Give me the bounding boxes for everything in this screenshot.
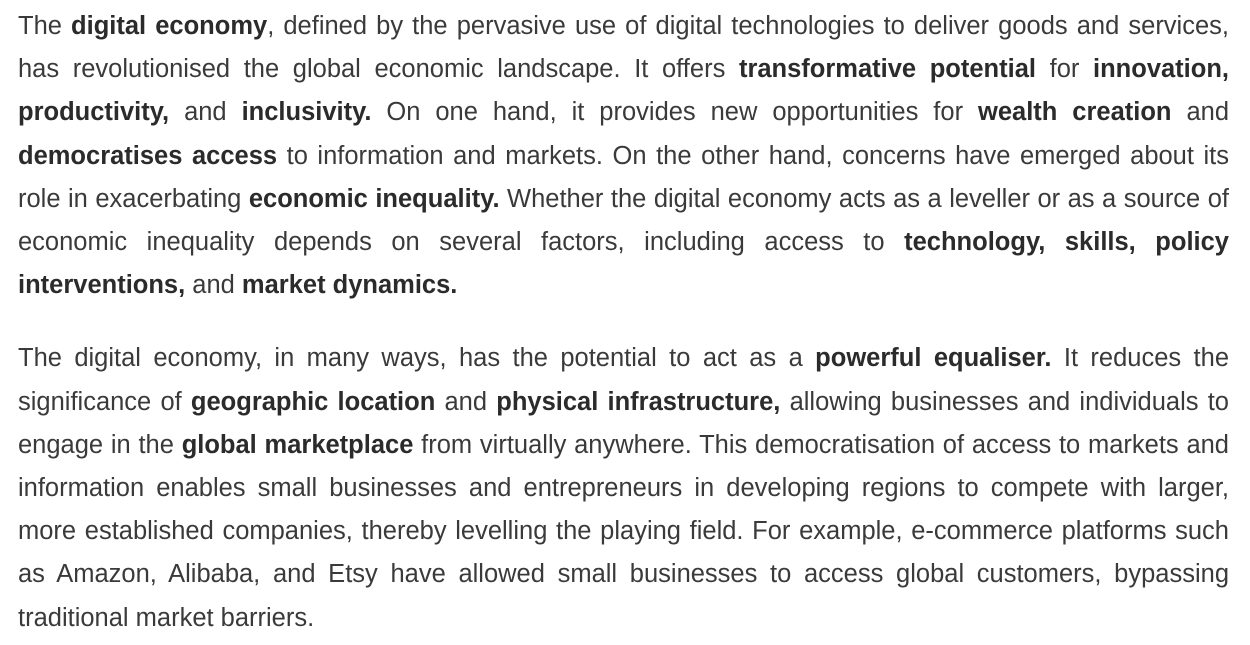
text-run: and bbox=[169, 98, 242, 127]
text-run: for bbox=[1035, 55, 1093, 84]
text-run: On one hand, it provides new opportuniti… bbox=[371, 98, 979, 127]
article-body: The digital economy, defined by the perv… bbox=[18, 5, 1229, 640]
text-run: from virtually anywhere. This democratis… bbox=[18, 430, 1229, 632]
paragraph-equaliser: The digital economy, in many ways, has t… bbox=[18, 337, 1229, 639]
text-run: and bbox=[1171, 98, 1230, 127]
text-run: The digital economy, in many ways, has t… bbox=[18, 344, 816, 373]
text-run: and bbox=[185, 271, 242, 300]
bold-term: digital economy bbox=[71, 12, 268, 40]
text-run: The bbox=[18, 12, 72, 40]
bold-term: geographic location bbox=[190, 387, 436, 416]
bold-term: powerful equaliser. bbox=[815, 344, 1052, 373]
text-run: and bbox=[435, 387, 497, 416]
bold-term: democratises access bbox=[18, 141, 278, 170]
bold-term: global marketplace bbox=[181, 430, 414, 459]
bold-term: transformative potential bbox=[738, 55, 1036, 84]
bold-term: physical infrastructure, bbox=[496, 387, 781, 416]
bold-term: economic inequality. bbox=[248, 184, 500, 213]
paragraph-intro: The digital economy, defined by the perv… bbox=[18, 5, 1229, 307]
bold-term: wealth creation bbox=[978, 98, 1172, 127]
bold-term: market dynamics. bbox=[241, 271, 458, 300]
bold-term: inclusivity. bbox=[241, 98, 372, 127]
